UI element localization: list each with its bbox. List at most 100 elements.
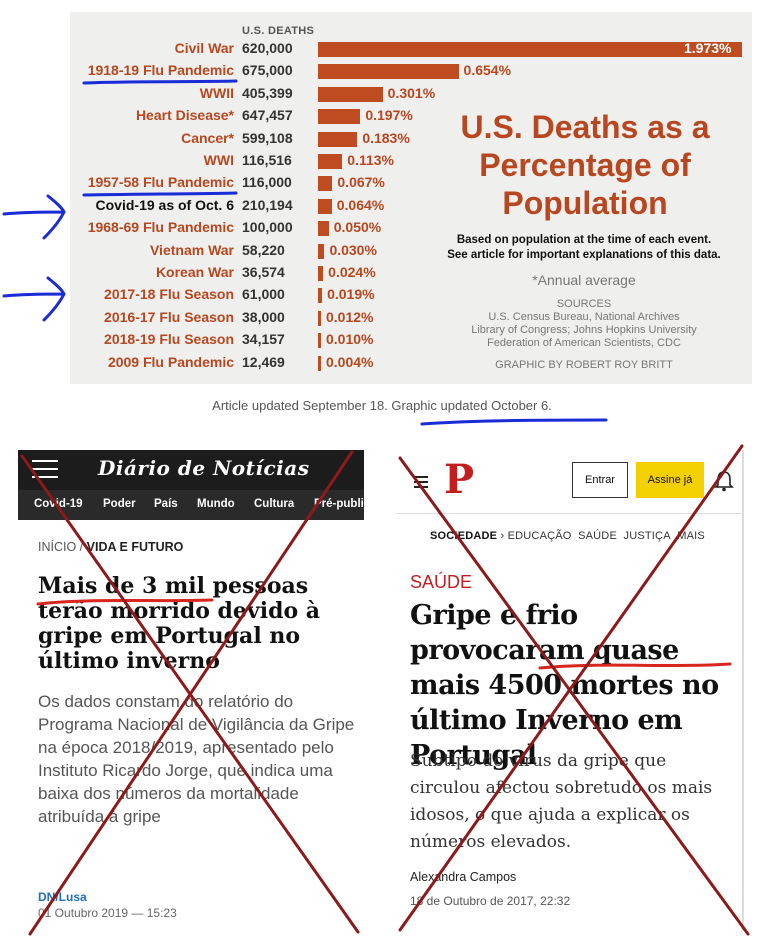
row-label: Vietnam War: [149, 241, 234, 258]
bar-percent-label: 0.197%: [365, 107, 413, 124]
row-deaths-value: 210,194: [242, 196, 293, 213]
subscribe-button[interactable]: Assine já: [636, 462, 704, 498]
bar-percent-label: 0.113%: [347, 152, 394, 168]
row-label: Korean War: [155, 264, 234, 280]
dn-logo[interactable]: Diário de Notícias: [98, 456, 309, 480]
bar-percent-label: 0.010%: [326, 331, 374, 348]
section-saude[interactable]: SAÚDE: [578, 530, 617, 542]
row-deaths-value: 405,399: [242, 84, 293, 101]
bar: [318, 176, 333, 192]
breadcrumb: INÍCIO / VIDA E FUTURO: [38, 540, 183, 554]
dn-nav-pre-publi[interactable]: Pré-publi: [314, 498, 364, 510]
dn-nav-pais[interactable]: País: [154, 498, 178, 510]
source-line-3: Federation of American Scientists, CDC: [487, 337, 681, 349]
row-label: 2017-18 Flu Season: [104, 286, 234, 303]
bar: [318, 243, 325, 259]
row-label: WWI: [203, 152, 234, 168]
bell-icon[interactable]: [714, 470, 734, 492]
bar-percent-label: 0.050%: [333, 219, 382, 236]
hamburger-menu-icon[interactable]: [32, 460, 58, 478]
publico-logo[interactable]: P: [444, 456, 474, 503]
section-educacao[interactable]: EDUCAÇÃO: [508, 530, 572, 542]
row-deaths-value: 38,000: [242, 308, 285, 325]
bar: [318, 86, 383, 102]
publico-header: P Entrar Assine já: [396, 450, 742, 514]
bar-percent-label: 1.973%: [684, 40, 732, 56]
bar: [318, 310, 321, 326]
row-deaths-value: 58,220: [242, 241, 285, 258]
source-line-2: Library of Congress; Johns Hopkins Unive…: [471, 324, 697, 336]
chart-title-line-1: U.S. Deaths as a: [460, 109, 710, 145]
row-deaths-value: 599,108: [242, 129, 293, 146]
section-sociedade[interactable]: SOCIEDADE: [430, 530, 497, 542]
bar: [318, 42, 742, 57]
bar: [318, 198, 332, 214]
article-section-label[interactable]: SAÚDE: [410, 572, 472, 593]
login-button[interactable]: Entrar: [572, 462, 628, 498]
row-label: 2009 Flu Pandemic: [107, 353, 234, 370]
publico-article-screenshot: P Entrar Assine já SOCIEDADE › EDUCAÇÃO …: [396, 450, 744, 930]
chart-title-line-3: Population: [502, 185, 668, 221]
publico-author[interactable]: Alexandra Campos: [410, 870, 516, 884]
bar-percent-label: 0.024%: [328, 264, 376, 280]
bar-percent-label: 0.067%: [337, 174, 385, 191]
dn-header: Diário de Notícias: [18, 450, 364, 490]
article-updated-note: Article updated September 18. Graphic up…: [212, 398, 552, 413]
row-label: Civil War: [174, 40, 234, 56]
annual-average-note: *Annual average: [532, 272, 636, 288]
bar-percent-label: 0.030%: [329, 241, 377, 258]
dn-nav-mundo[interactable]: Mundo: [197, 498, 235, 510]
row-deaths-value: 36,574: [242, 264, 285, 280]
row-deaths-value: 620,000: [242, 40, 293, 56]
arrow-covid-icon: [2, 194, 66, 240]
row-label: 2018-19 Flu Season: [104, 331, 234, 348]
publico-summary: Subtipo do vírus da gripe que circulou a…: [410, 751, 713, 852]
chart-note-line-2: See article for important explanations o…: [447, 249, 721, 261]
sources-header: SOURCES: [556, 298, 612, 310]
row-label: WWII: [199, 84, 234, 101]
row-label: Covid-19 as of Oct. 6: [95, 196, 234, 213]
deaths-column-header: U.S. DEATHS: [242, 25, 315, 37]
bar-percent-label: 0.654%: [463, 62, 512, 79]
dn-nav-poder[interactable]: Poder: [103, 498, 136, 510]
chart-title-line-2: Percentage of: [479, 147, 691, 183]
section-nav: SOCIEDADE › EDUCAÇÃO SAÚDE JUSTIÇA MAIS: [430, 530, 705, 542]
chart-note-line-1: Based on population at the time of each …: [456, 234, 712, 246]
row-deaths-value: 675,000: [242, 62, 293, 79]
dn-summary: Os dados constam do relatório do Program…: [38, 692, 355, 826]
row-label: 1968-69 Flu Pandemic: [87, 219, 234, 236]
dn-author[interactable]: DN/Lusa: [38, 890, 87, 904]
breadcrumb-home[interactable]: INÍCIO /: [38, 540, 83, 554]
dn-nav-cultura[interactable]: Cultura: [254, 498, 294, 510]
bar-percent-label: 0.301%: [387, 84, 436, 101]
hamburger-menu-icon[interactable]: [414, 476, 428, 488]
bar-percent-label: 0.019%: [327, 286, 375, 303]
section-separator: ›: [500, 530, 505, 542]
graphic-credit: GRAPHIC BY ROBERT ROY BRITT: [495, 359, 673, 371]
row-deaths-value: 647,457: [242, 107, 293, 124]
row-deaths-value: 61,000: [242, 286, 285, 303]
bar: [318, 355, 321, 371]
bar-percent-label: 0.064%: [336, 196, 385, 213]
bar: [318, 333, 321, 349]
bar-percent-label: 0.004%: [326, 353, 374, 370]
source-line-1: U.S. Census Bureau, National Archives: [488, 311, 680, 323]
dn-nav-bar: Covid-19 Poder País Mundo Cultura Pré-pu…: [18, 490, 364, 520]
bar: [318, 266, 324, 281]
row-label: Heart Disease*: [135, 107, 234, 124]
dn-article-screenshot: Diário de Notícias Covid-19 Poder País M…: [18, 450, 364, 930]
row-label: 1918-19 Flu Pandemic: [87, 62, 234, 79]
publico-headline[interactable]: Gripe e frio provocaram quase mais 4500 …: [410, 598, 740, 773]
bar: [318, 131, 358, 147]
bar-percent-label: 0.183%: [362, 129, 410, 146]
section-justica[interactable]: JUSTIÇA: [624, 530, 671, 542]
dn-headline[interactable]: Mais de 3 mil pessoas terão morrido devi…: [38, 574, 358, 674]
row-label: Cancer*: [181, 129, 234, 146]
breadcrumb-section[interactable]: VIDA E FUTURO: [87, 540, 184, 554]
dn-date: 01 Outubro 2019 — 15:23: [38, 906, 177, 920]
arrow-flu-2017-icon: [2, 276, 66, 322]
row-deaths-value: 116,516: [242, 152, 292, 168]
dn-nav-covid[interactable]: Covid-19: [34, 498, 83, 510]
section-mais[interactable]: MAIS: [677, 530, 705, 542]
row-label: 1957-58 Flu Pandemic: [87, 174, 234, 191]
